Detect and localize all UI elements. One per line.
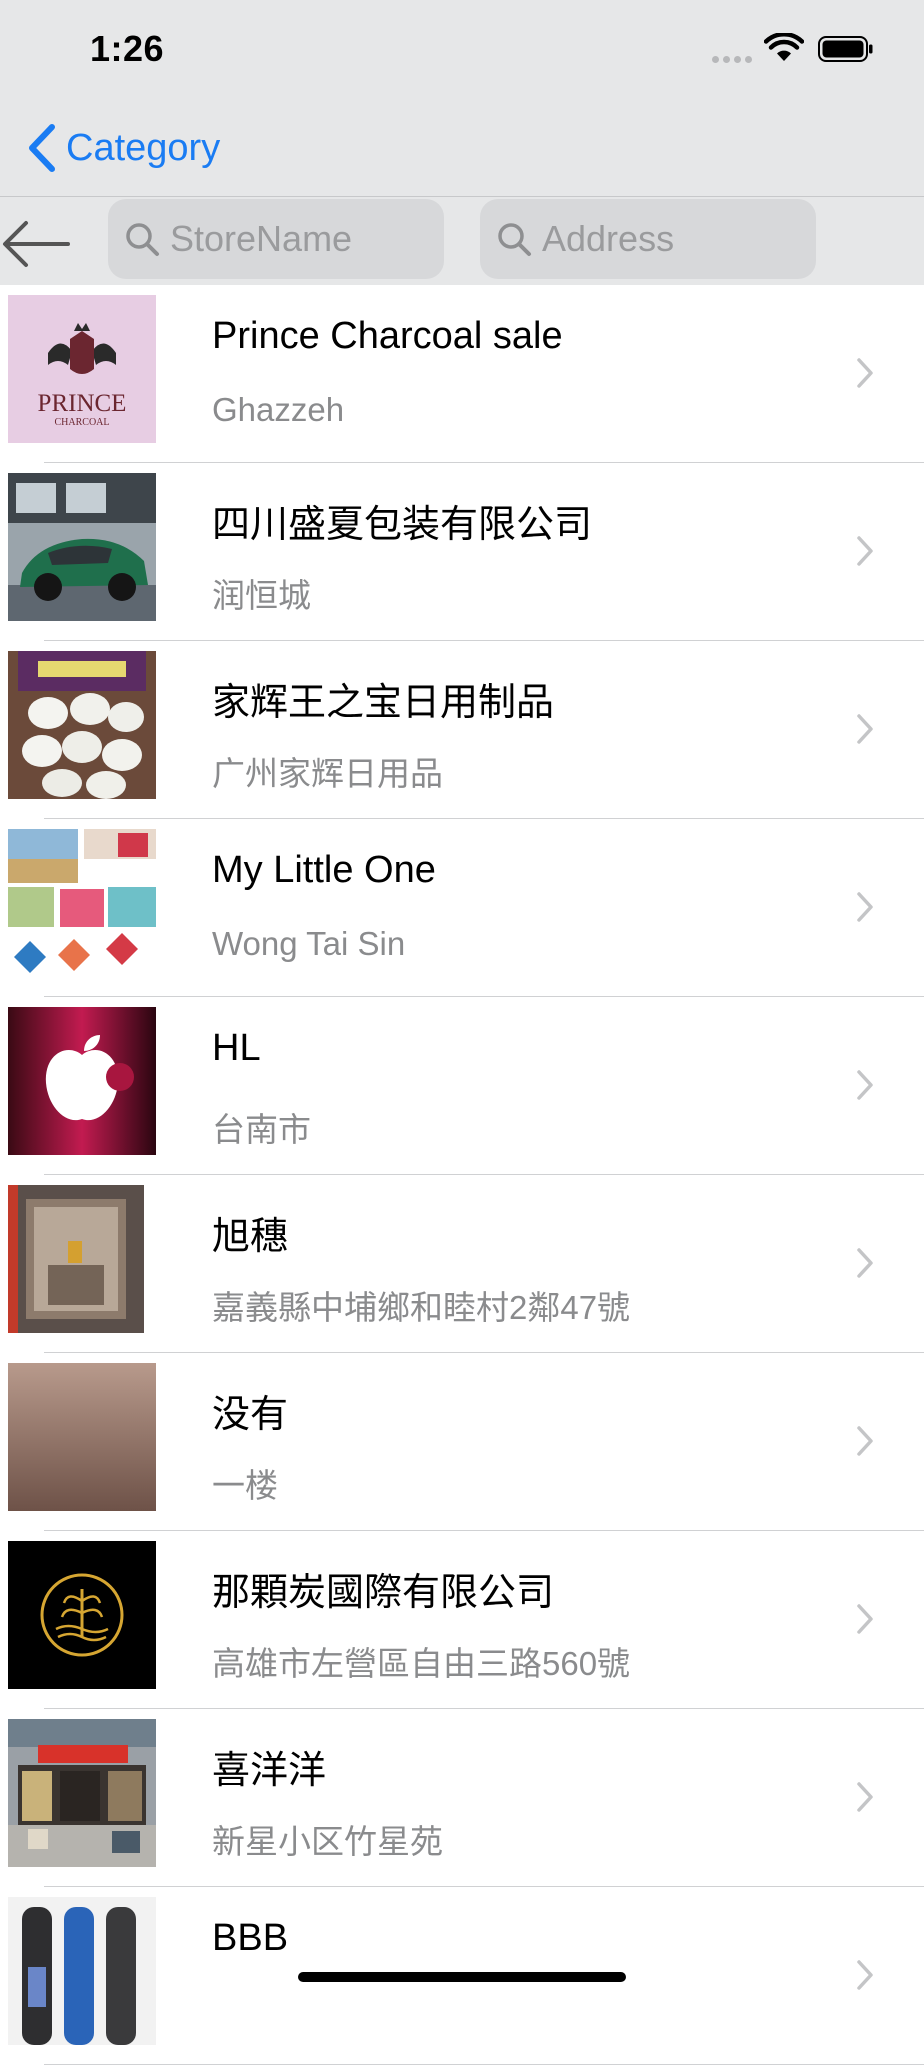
- store-row[interactable]: 喜洋洋 新星小区竹星苑: [0, 1709, 924, 1887]
- chevron-right-icon: [857, 1426, 873, 1456]
- chevron-right-icon: [857, 892, 873, 922]
- store-name: My Little One: [212, 849, 436, 891]
- store-thumbnail: [8, 1897, 156, 2045]
- chevron-right-icon: [857, 1960, 873, 1990]
- store-thumbnail: [8, 1541, 156, 1689]
- back-button[interactable]: Category: [26, 118, 220, 178]
- search-icon: [126, 223, 159, 256]
- store-address: 高雄市左營區自由三路560號: [212, 1645, 631, 1682]
- store-address: 一楼: [212, 1467, 278, 1504]
- search-bar: [0, 197, 924, 285]
- store-list: PRINCE CHARCOAL Prince Charcoal sale Gha…: [0, 285, 924, 2065]
- store-address: 嘉義縣中埔鄉和睦村2鄰47號: [212, 1289, 631, 1326]
- home-indicator: [298, 1972, 626, 1982]
- store-row[interactable]: HL 台南市: [0, 997, 924, 1175]
- navigation-bar: Category: [0, 100, 924, 197]
- store-row[interactable]: My Little One Wong Tai Sin: [0, 819, 924, 997]
- store-name-search-input[interactable]: [170, 218, 420, 260]
- battery-icon: [818, 36, 873, 62]
- store-address: 润恒城: [212, 577, 311, 614]
- store-address: 广州家辉日用品: [212, 755, 443, 792]
- store-thumbnail: [8, 829, 156, 977]
- store-thumbnail: PRINCE CHARCOAL: [8, 295, 156, 443]
- store-row[interactable]: 旭穗 嘉義縣中埔鄉和睦村2鄰47號: [0, 1175, 924, 1353]
- store-name: BBB: [212, 1917, 289, 1959]
- store-address: 新星小区竹星苑: [212, 1823, 443, 1860]
- address-search-field[interactable]: [480, 199, 816, 279]
- prince-logo-subtext: CHARCOAL: [54, 417, 109, 428]
- chevron-right-icon: [857, 1604, 873, 1634]
- chevron-right-icon: [857, 358, 873, 388]
- store-name: Prince Charcoal sale: [212, 315, 563, 357]
- store-address: Ghazzeh: [212, 391, 345, 428]
- wifi-icon: [764, 33, 804, 61]
- store-name: 家辉王之宝日用制品: [212, 682, 555, 724]
- back-button-label: Category: [66, 126, 221, 169]
- chevron-right-icon: [857, 1248, 873, 1278]
- store-row[interactable]: 家辉王之宝日用制品 广州家辉日用品: [0, 641, 924, 819]
- chevron-right-icon: [857, 536, 873, 566]
- store-thumbnail: [8, 1007, 156, 1155]
- store-row[interactable]: 那顆炭國際有限公司 高雄市左營區自由三路560號: [0, 1531, 924, 1709]
- store-name: 喜洋洋: [212, 1750, 327, 1792]
- store-name: 那顆炭國際有限公司: [212, 1572, 555, 1614]
- chevron-right-icon: [857, 714, 873, 744]
- store-name: 四川盛夏包装有限公司: [212, 504, 593, 546]
- store-row[interactable]: PRINCE CHARCOAL Prince Charcoal sale Gha…: [0, 285, 924, 463]
- prince-logo-text: PRINCE: [38, 390, 127, 417]
- store-address: Wong Tai Sin: [212, 925, 406, 962]
- store-name: 旭穗: [212, 1216, 289, 1258]
- chevron-left-icon: [29, 124, 55, 172]
- store-thumbnail: [8, 1363, 156, 1511]
- store-thumbnail: [8, 1185, 156, 1333]
- store-row[interactable]: 没有 一楼: [0, 1353, 924, 1531]
- store-row[interactable]: 四川盛夏包装有限公司 润恒城: [0, 463, 924, 641]
- store-name: HL: [212, 1027, 261, 1069]
- chevron-right-icon: [857, 1070, 873, 1100]
- status-time: 1:26: [90, 28, 165, 69]
- cellular-signal-icon: [712, 56, 754, 64]
- store-thumbnail: [8, 1719, 156, 1867]
- chevron-right-icon: [857, 1782, 873, 1812]
- address-search-input[interactable]: [542, 218, 792, 260]
- store-address: 台南市: [212, 1111, 311, 1148]
- store-name-search-field[interactable]: [108, 199, 444, 279]
- arrow-left-icon[interactable]: [0, 209, 74, 269]
- store-name: 没有: [212, 1394, 289, 1436]
- store-thumbnail: [8, 473, 156, 621]
- status-bar: 1:26: [0, 0, 924, 100]
- search-icon: [498, 223, 531, 256]
- store-thumbnail: [8, 651, 156, 799]
